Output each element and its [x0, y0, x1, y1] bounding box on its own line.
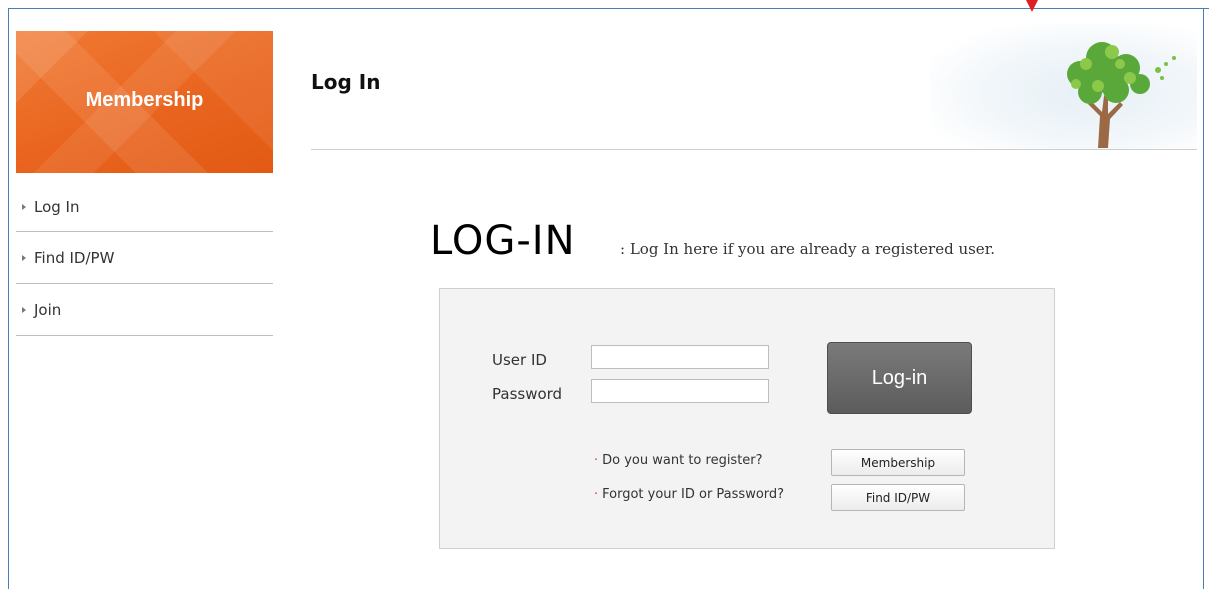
forgot-prompt: · Forgot your ID or Password? [594, 487, 784, 502]
register-prompt-text: Do you want to register? [602, 453, 763, 468]
sidebar-item-join[interactable]: Join [16, 284, 273, 336]
sidebar-item-log-in[interactable]: Log In [16, 190, 273, 232]
sidebar-item-find-id-pw[interactable]: Find ID/PW [16, 232, 273, 284]
sidebar-item-label: Find ID/PW [34, 248, 115, 267]
login-submit-button[interactable]: Log-in [827, 342, 972, 414]
banner-title: Membership [85, 89, 204, 111]
bullet-icon: · [594, 453, 599, 468]
membership-button[interactable]: Membership [831, 449, 965, 476]
user-id-label: User ID [492, 351, 547, 369]
header-divider [311, 149, 1197, 150]
window-frame-left [8, 8, 9, 589]
login-heading: LOG-IN [430, 218, 576, 264]
sidebar-menu: Log In Find ID/PW Join [16, 190, 273, 336]
sidebar-item-label: Log In [34, 198, 80, 216]
window-frame-right [1203, 8, 1204, 589]
caret-right-icon [22, 306, 26, 313]
pointer-marker-icon [1026, 0, 1038, 12]
find-id-pw-button[interactable]: Find ID/PW [831, 484, 965, 511]
password-label: Password [492, 385, 563, 403]
user-id-input[interactable] [591, 345, 769, 369]
caret-right-icon [22, 204, 26, 210]
password-input[interactable] [591, 379, 769, 403]
membership-banner: Membership [16, 31, 273, 173]
login-subheading: : Log In here if you are already a regis… [620, 240, 995, 258]
sidebar-item-label: Join [34, 300, 62, 319]
caret-right-icon [22, 254, 26, 261]
tree-icon [1067, 42, 1176, 148]
tree-illustration [930, 24, 1197, 150]
register-prompt: · Do you want to register? [594, 453, 763, 468]
bullet-icon: · [594, 487, 599, 502]
page-title: Log In [311, 70, 381, 94]
forgot-prompt-text: Forgot your ID or Password? [602, 487, 785, 502]
